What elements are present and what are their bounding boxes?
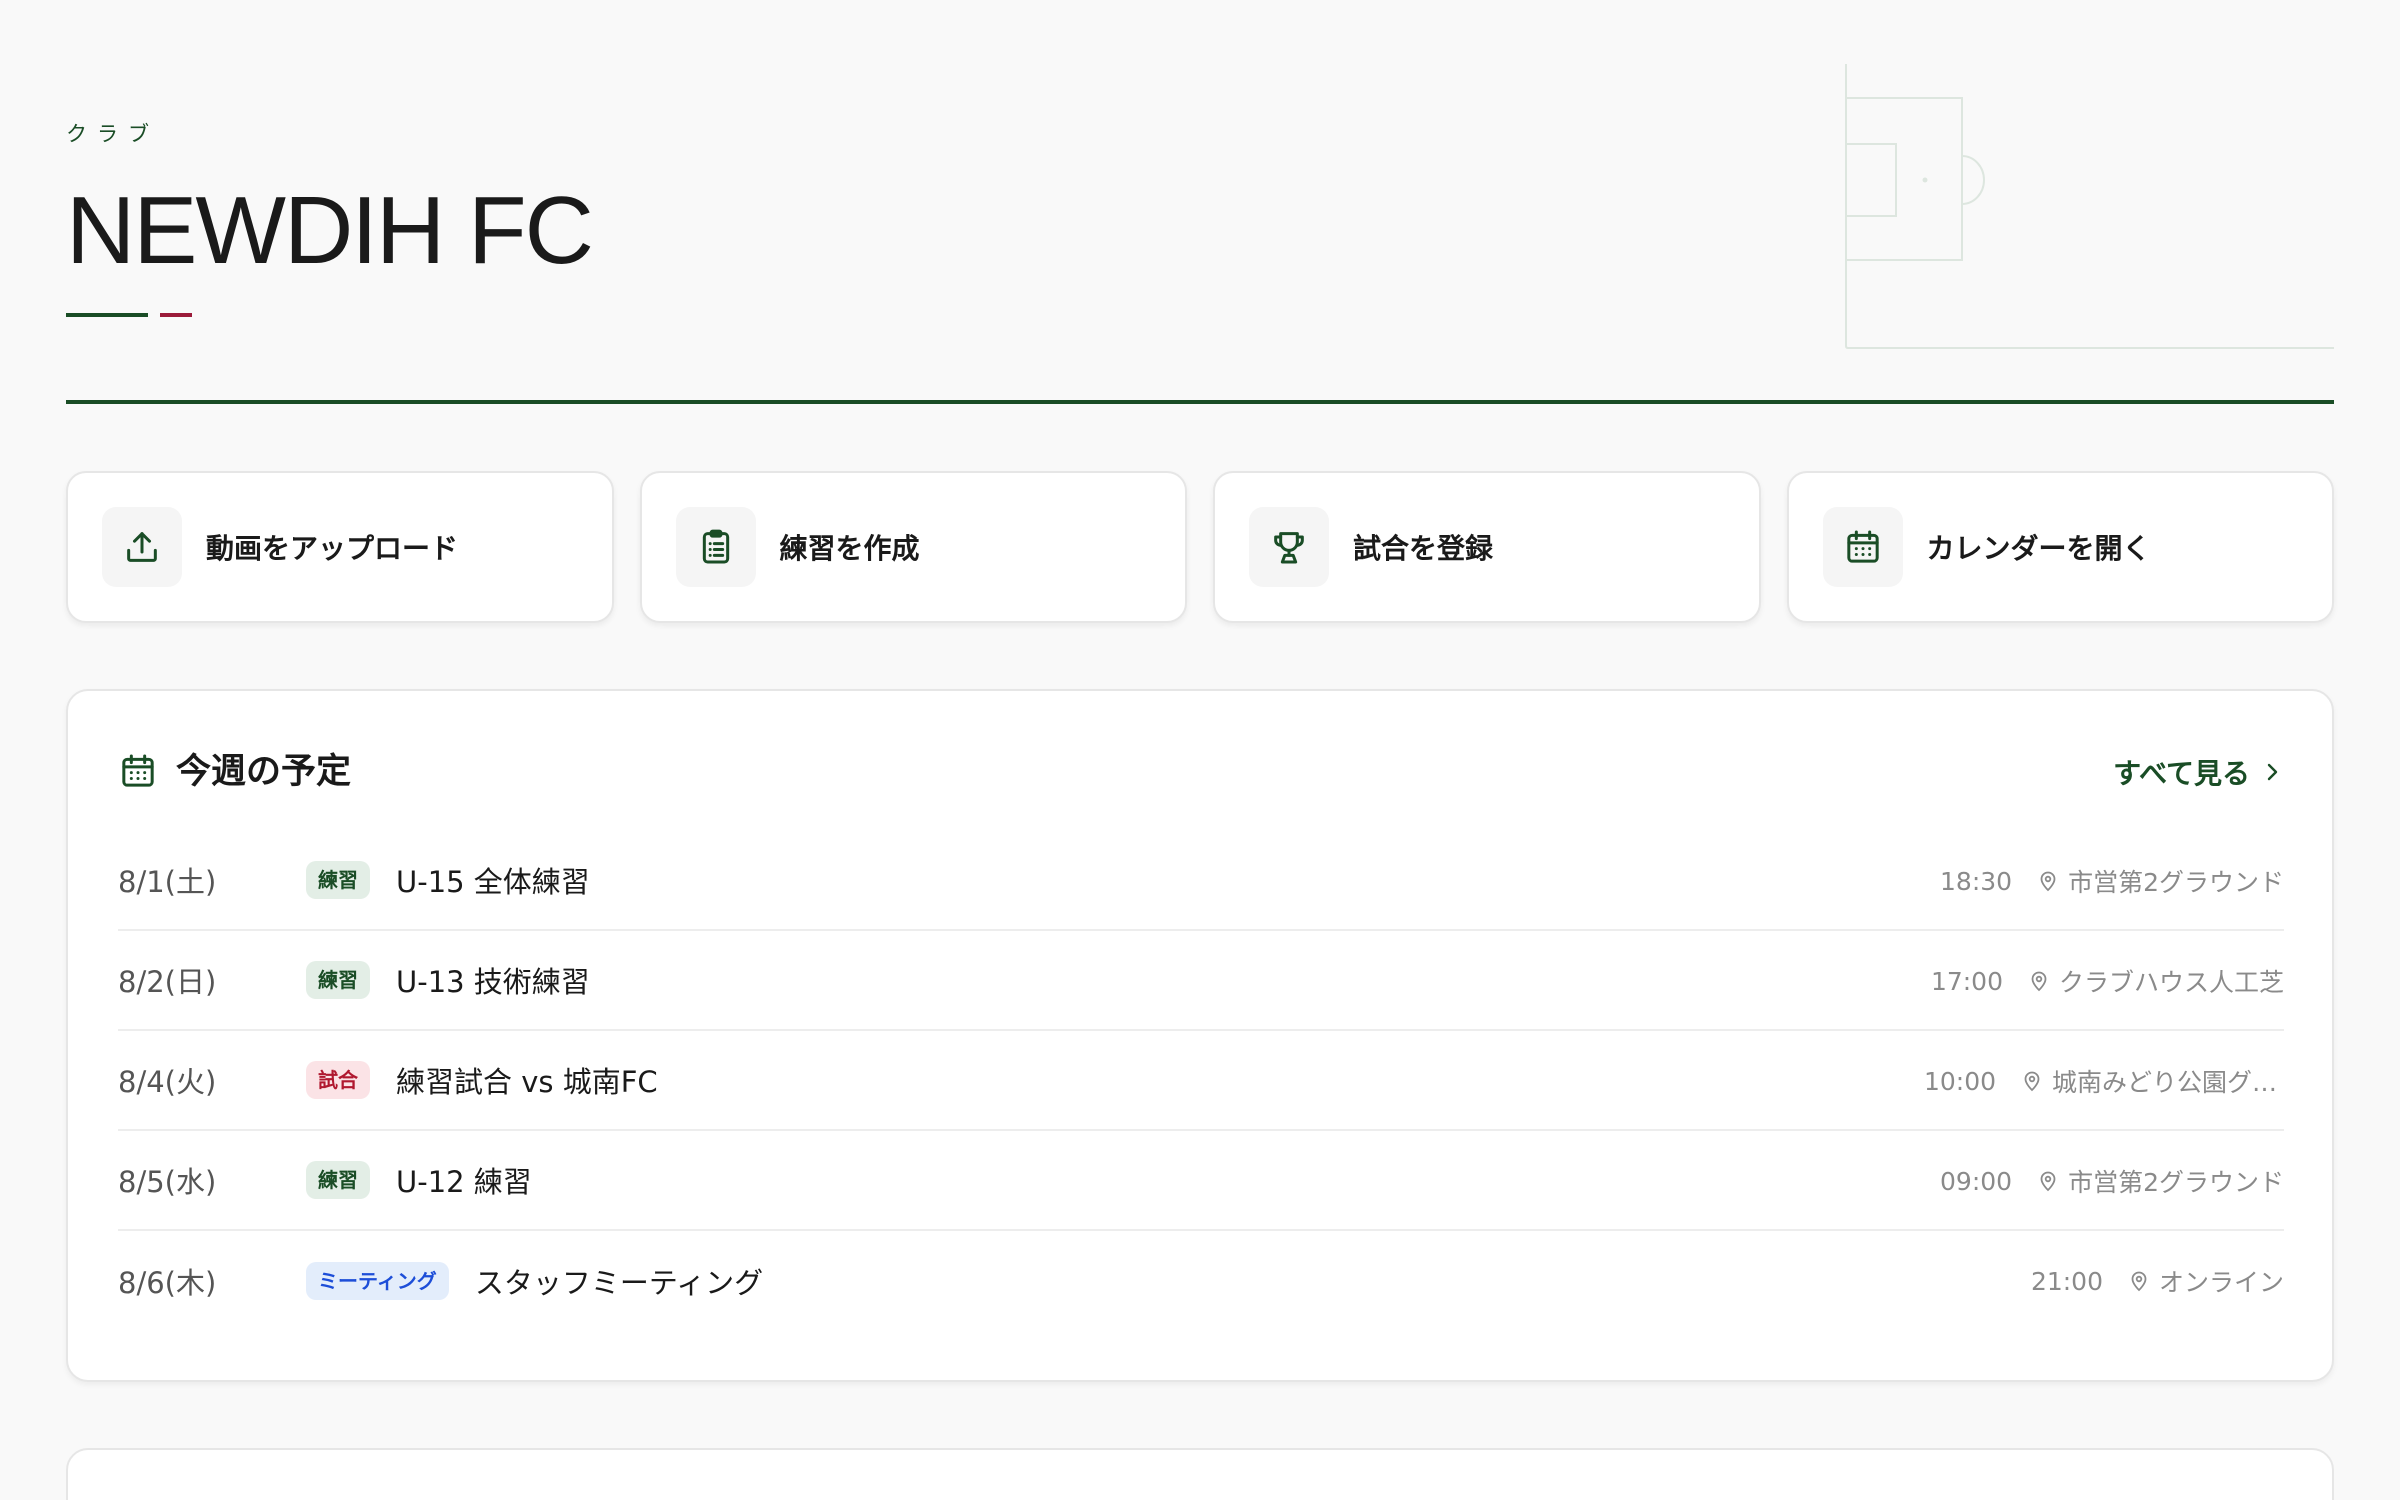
event-time: 21:00 [2030, 1266, 2103, 1296]
schedule-row[interactable]: 8/2(日) 練習 U-13 技術練習 17:00 クラブハウス人工芝 [118, 931, 2284, 1031]
upload-video-label: 動画をアップロード [206, 532, 459, 565]
location-pin-icon [2031, 971, 2047, 992]
event-date: 8/1(土) [118, 865, 217, 899]
event-type-badge: 練習 [306, 861, 370, 899]
event-meta: 09:00 市営第2グラウンド [1940, 1131, 2284, 1231]
create-practice-button[interactable]: 練習を作成 [639, 471, 1187, 623]
event-title: 練習試合 vs 城南FC [396, 1065, 658, 1099]
event-location: 市営第2グラウンド [2068, 868, 2284, 897]
title-accent-red [160, 313, 192, 317]
event-title: U-12 練習 [396, 1165, 532, 1199]
event-time: 17:00 [1930, 966, 2003, 996]
open-calendar-label: カレンダーを開く [1926, 532, 2151, 565]
event-meta: 17:00 クラブハウス人工芝 [1931, 931, 2284, 1031]
schedule-row[interactable]: 8/4(火) 試合 練習試合 vs 城南FC 10:00 城南みどり公園グラウン… [118, 1031, 2284, 1131]
event-date: 8/4(火) [118, 1065, 217, 1099]
pitch-illustration [1845, 64, 2334, 349]
upload-icon [102, 507, 182, 587]
event-location: 城南みどり公園グラウンド [2052, 1068, 2284, 1097]
event-date: 8/6(木) [118, 1266, 217, 1300]
event-meta: 21:00 オンライン [2031, 1231, 2284, 1331]
see-all-link[interactable]: すべて見る [2113, 747, 2284, 797]
event-date: 8/2(日) [118, 965, 217, 999]
header-divider [66, 400, 2334, 404]
schedule-title: 今週の予定 [176, 752, 352, 792]
trophy-icon [1249, 507, 1329, 587]
schedule-row[interactable]: 8/6(木) ミーティング スタッフミーティング 21:00 オンライン [118, 1231, 2284, 1331]
event-time: 09:00 [1940, 1166, 2013, 1196]
create-practice-label: 練習を作成 [779, 532, 920, 565]
calendar-icon [122, 754, 154, 787]
section-eyebrow: クラブ [66, 122, 159, 146]
club-header: クラブ NEWDIH FC [66, 0, 2334, 404]
register-match-label: 試合を登録 [1353, 532, 1494, 565]
clipboard-icon [675, 507, 756, 587]
event-meta: 18:30 市営第2グラウンド [1940, 831, 2284, 931]
event-type-badge: 練習 [306, 961, 370, 999]
event-title: U-15 全体練習 [396, 865, 590, 899]
title-accent-green [66, 313, 148, 317]
quick-actions: 動画をアップロード 練習を作成 試合を登録 カレンダーを開く [66, 471, 2334, 623]
event-location: クラブハウス人工芝 [2058, 968, 2284, 997]
schedule-row[interactable]: 8/5(水) 練習 U-12 練習 09:00 市営第2グラウンド [118, 1131, 2284, 1231]
weekly-schedule-card: 今週の予定 すべて見る 8/1(土) 練習 U-15 全体練習 18:30 市営… [66, 689, 2334, 1382]
next-section-card [66, 1448, 2334, 1500]
event-time: 18:30 [1940, 866, 2013, 896]
calendar-icon [1822, 507, 1903, 587]
upload-video-button[interactable]: 動画をアップロード [66, 471, 614, 623]
event-title: スタッフミーティング [474, 1266, 764, 1300]
schedule-header: 今週の予定 すべて見る [118, 747, 2284, 797]
event-date: 8/5(水) [118, 1165, 217, 1199]
location-pin-icon [2131, 1271, 2147, 1292]
event-type-badge: 試合 [306, 1061, 370, 1099]
register-match-button[interactable]: 試合を登録 [1213, 471, 1761, 623]
event-location: 市営第2グラウンド [2068, 1168, 2284, 1197]
page: クラブ NEWDIH FC 動画をアップロード 練習を作成 試合を登録 カレンダ… [0, 0, 2400, 1500]
location-pin-icon [2040, 1171, 2056, 1192]
event-location: オンライン [2158, 1268, 2284, 1297]
location-pin-icon [2040, 871, 2056, 892]
schedule-list: 8/1(土) 練習 U-15 全体練習 18:30 市営第2グラウンド 8/2(… [118, 831, 2284, 1331]
open-calendar-button[interactable]: カレンダーを開く [1786, 471, 2334, 623]
event-type-badge: ミーティング [306, 1262, 449, 1300]
club-title: NEWDIH FC [66, 177, 594, 284]
see-all-label: すべて見る [2113, 757, 2250, 790]
location-pin-icon [2024, 1071, 2040, 1092]
schedule-row[interactable]: 8/1(土) 練習 U-15 全体練習 18:30 市営第2グラウンド [118, 831, 2284, 931]
event-meta: 10:00 城南みどり公園グラウンド [1924, 1031, 2284, 1131]
event-time: 10:00 [1923, 1066, 1996, 1096]
chevron-right-icon [2267, 763, 2278, 781]
event-title: U-13 技術練習 [396, 965, 590, 999]
event-type-badge: 練習 [306, 1161, 370, 1199]
